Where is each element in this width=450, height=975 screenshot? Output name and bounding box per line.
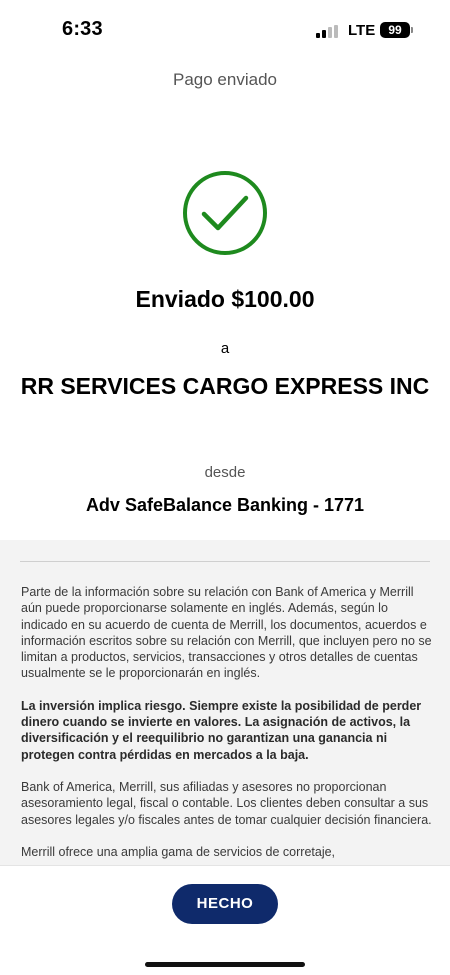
from-label: desde xyxy=(204,464,246,481)
battery-icon: 99 xyxy=(380,22,410,38)
page-title: Pago enviado xyxy=(173,70,277,89)
to-label: a xyxy=(220,340,230,357)
battery-tip xyxy=(411,27,413,33)
recipient-name: RR SERVICES CARGO EXPRESS INC xyxy=(20,373,430,399)
disclaimer-paragraph-advice: Bank of America, Merrill, sus afiliadas … xyxy=(21,779,432,827)
done-button[interactable]: HECHO xyxy=(172,884,278,924)
home-indicator[interactable] xyxy=(145,962,305,967)
source-account: Adv SafeBalance Banking - 1771 xyxy=(85,495,365,515)
divider xyxy=(20,561,430,562)
disclaimer-paragraph-risk: La inversión implica riesgo. Siempre exi… xyxy=(21,698,422,762)
footer: HECHO xyxy=(0,865,450,975)
status-time: 6:33 xyxy=(62,18,103,40)
status-bar: 6:33 LTE 99 xyxy=(0,0,450,58)
sent-amount: Enviado $100.00 xyxy=(135,286,315,312)
disclaimer-panel[interactable]: Parte de la información sobre su relació… xyxy=(0,540,450,865)
disclaimer-paragraph-brokerage: Merrill ofrece una amplia gama de servic… xyxy=(21,844,336,859)
check-circle-icon xyxy=(183,171,267,255)
disclaimer-text: Parte de la información sobre su relació… xyxy=(21,584,433,865)
signal-strength-icon xyxy=(316,25,340,38)
disclaimer-paragraph-language: Parte de la información sobre su relació… xyxy=(21,585,432,681)
network-type: LTE xyxy=(348,22,376,39)
